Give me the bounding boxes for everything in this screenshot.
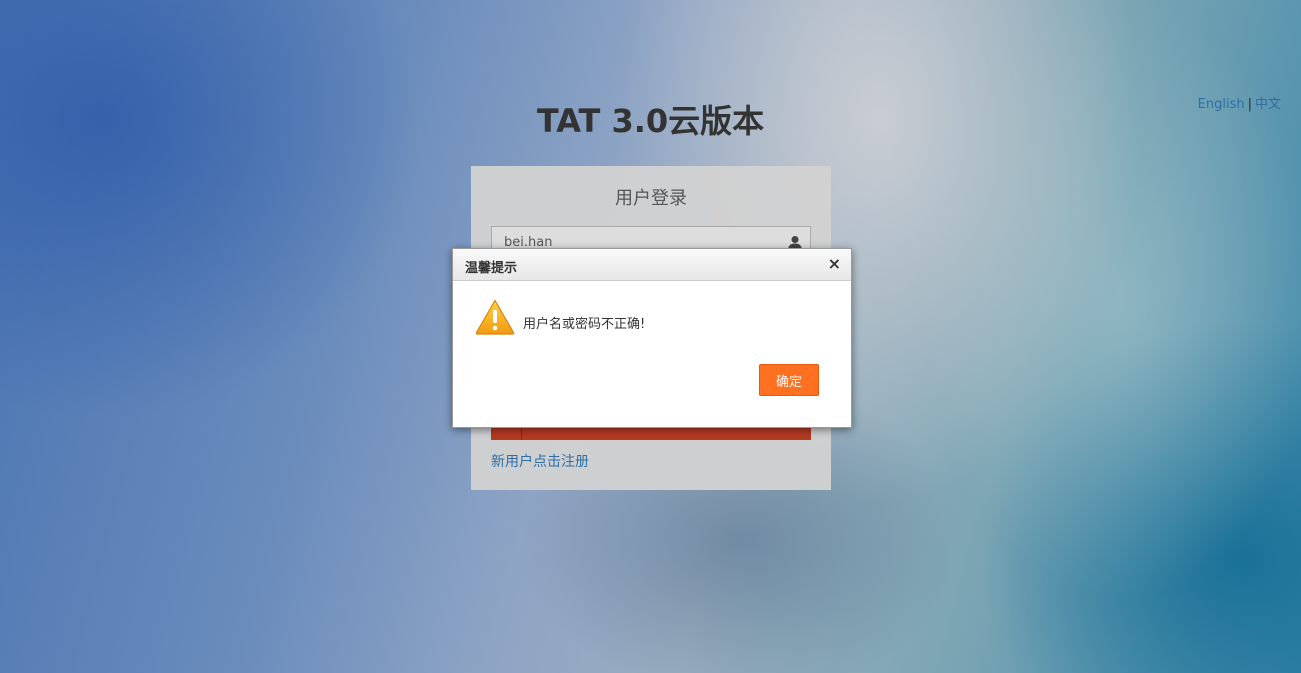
warning-icon: [475, 299, 515, 335]
app-title: TAT 3.0云版本: [536, 102, 765, 140]
alert-dialog: 温馨提示 × 用户名或密码不正确! 确定: [452, 248, 852, 428]
dialog-message: 用户名或密码不正确!: [523, 317, 646, 332]
close-icon[interactable]: ×: [828, 254, 841, 273]
register-link[interactable]: 新用户点击注册: [491, 451, 589, 471]
confirm-button[interactable]: 确定: [759, 364, 819, 396]
login-heading: 用户登录: [615, 188, 687, 209]
dialog-header: 温馨提示 ×: [453, 249, 851, 281]
dialog-title: 温馨提示: [465, 261, 518, 276]
